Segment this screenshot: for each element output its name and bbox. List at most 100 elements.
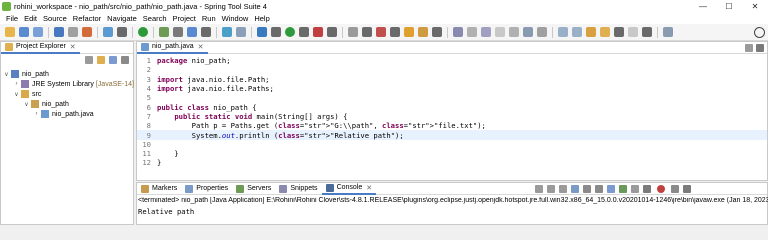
clear-console-icon[interactable] xyxy=(571,185,579,193)
expand-icon[interactable]: › xyxy=(33,111,40,117)
dropdown-icon[interactable] xyxy=(362,27,372,37)
external-tools-icon[interactable] xyxy=(313,27,323,37)
word-wrap-icon[interactable] xyxy=(595,185,603,193)
stop-icon[interactable] xyxy=(657,185,665,193)
show-console-icon[interactable] xyxy=(607,185,615,193)
console-view-icon[interactable] xyxy=(54,27,64,37)
minimize-view-icon[interactable] xyxy=(745,44,753,52)
menu-run[interactable]: Run xyxy=(199,14,219,23)
close-icon[interactable]: ✕ xyxy=(198,43,204,51)
last-edit-location-icon[interactable] xyxy=(586,27,596,37)
remove-launch-icon[interactable] xyxy=(547,185,555,193)
boot-dashboard-icon[interactable] xyxy=(68,27,78,37)
tree-item-nio-path-project[interactable]: ∨ nio_path xyxy=(3,69,49,79)
search-web-icon[interactable] xyxy=(236,27,246,37)
edit-icon[interactable] xyxy=(418,27,428,37)
code-editor[interactable]: 1 package nio_path; 2 3 import java.nio.… xyxy=(137,54,767,180)
dropdown-icon[interactable] xyxy=(299,27,309,37)
expand-icon[interactable]: ∨ xyxy=(13,91,20,98)
next-annotation-icon[interactable] xyxy=(558,27,568,37)
dropdown-icon[interactable] xyxy=(390,27,400,37)
line-number: 2 xyxy=(146,65,151,75)
display-selected-console-icon[interactable] xyxy=(619,185,627,193)
toggle-mark-occurrences-icon[interactable] xyxy=(467,27,477,37)
forward-icon[interactable] xyxy=(628,27,638,37)
search-icon[interactable] xyxy=(754,27,765,38)
collapse-all-icon[interactable] xyxy=(85,56,93,64)
toggle-word-wrap-icon[interactable] xyxy=(481,27,491,37)
tab-project-explorer[interactable]: Project Explorer ✕ xyxy=(1,41,80,54)
menu-search[interactable]: Search xyxy=(140,14,170,23)
annotation-icon[interactable] xyxy=(453,27,463,37)
skip-breakpoints-icon[interactable] xyxy=(103,27,113,37)
minimize-button[interactable]: — xyxy=(690,0,716,12)
pin-editor-icon[interactable] xyxy=(523,27,533,37)
tab-properties[interactable]: Properties xyxy=(181,183,232,195)
back-icon[interactable] xyxy=(600,27,610,37)
menu-edit[interactable]: Edit xyxy=(21,14,40,23)
expand-icon[interactable]: ∨ xyxy=(3,71,10,78)
dropdown-icon[interactable] xyxy=(432,27,442,37)
run-icon[interactable] xyxy=(285,27,295,37)
save-icon[interactable] xyxy=(19,27,29,37)
coverage-icon[interactable] xyxy=(348,27,358,37)
new-java-project-icon[interactable] xyxy=(376,27,386,37)
tab-servers[interactable]: Servers xyxy=(232,183,275,195)
tree-item-nio-path-java[interactable]: › nio_path.java xyxy=(33,109,94,119)
view-menu-icon[interactable] xyxy=(121,56,129,64)
close-icon[interactable]: ✕ xyxy=(70,43,76,51)
filter-icon[interactable] xyxy=(109,56,117,64)
code-text: System.out.println (class="str">"Relativ… xyxy=(157,130,404,140)
close-icon[interactable]: ✕ xyxy=(366,184,372,192)
menu-window[interactable]: Window xyxy=(219,14,252,23)
menu-file[interactable]: File xyxy=(3,14,21,23)
spring-starter-icon[interactable] xyxy=(82,27,92,37)
previous-annotation-icon[interactable] xyxy=(572,27,582,37)
new-icon[interactable] xyxy=(5,27,15,37)
toggle-breadcrumb-icon[interactable] xyxy=(537,27,547,37)
maximize-button[interactable]: ☐ xyxy=(716,0,742,12)
open-type-icon[interactable] xyxy=(187,27,197,37)
open-console-icon[interactable] xyxy=(643,185,651,193)
expand-icon[interactable]: ∨ xyxy=(23,101,30,108)
dropdown-icon[interactable] xyxy=(201,27,211,37)
start-server-icon[interactable] xyxy=(138,27,148,37)
link-with-editor-icon[interactable] xyxy=(97,56,105,64)
save-all-icon[interactable] xyxy=(33,27,43,37)
dropdown-icon[interactable] xyxy=(271,27,281,37)
pin-console-icon[interactable] xyxy=(631,185,639,193)
tab-snippets[interactable]: Snippets xyxy=(275,183,321,195)
tree-item-nio-path-package[interactable]: ∨ nio_path xyxy=(23,99,69,109)
dropdown-icon[interactable] xyxy=(173,27,183,37)
tab-console[interactable]: Console ✕ xyxy=(321,182,377,195)
close-button[interactable]: ✕ xyxy=(742,0,768,12)
menu-navigate[interactable]: Navigate xyxy=(104,14,140,23)
open-console-icon[interactable] xyxy=(663,27,673,37)
globe-icon[interactable] xyxy=(222,27,232,37)
block-selection-icon[interactable] xyxy=(509,27,519,37)
tree-item-jre-system-library[interactable]: › JRE System Library [JavaSE-14] xyxy=(13,79,134,89)
menu-source[interactable]: Source xyxy=(40,14,70,23)
minimize-view-icon[interactable] xyxy=(671,185,679,193)
terminate-icon[interactable] xyxy=(535,185,543,193)
tree-item-src[interactable]: ∨ src xyxy=(13,89,41,99)
remove-all-icon[interactable] xyxy=(559,185,567,193)
tree-item-label: nio_path.java xyxy=(52,110,94,118)
maximize-view-icon[interactable] xyxy=(683,185,691,193)
debug-icon[interactable] xyxy=(257,27,267,37)
step-icon[interactable] xyxy=(117,27,127,37)
dropdown-icon[interactable] xyxy=(642,27,652,37)
scroll-lock-icon[interactable] xyxy=(583,185,591,193)
maximize-view-icon[interactable] xyxy=(756,44,764,52)
menu-help[interactable]: Help xyxy=(251,14,272,23)
menu-refactor[interactable]: Refactor xyxy=(70,14,104,23)
show-whitespace-icon[interactable] xyxy=(495,27,505,37)
expand-icon[interactable]: › xyxy=(13,81,20,87)
tab-nio-path-java[interactable]: nio_path.java ✕ xyxy=(137,41,208,54)
dropdown-icon[interactable] xyxy=(327,27,337,37)
tab-markers[interactable]: Markers xyxy=(137,183,181,195)
menu-project[interactable]: Project xyxy=(170,14,199,23)
dropdown-icon[interactable] xyxy=(614,27,624,37)
open-task-icon[interactable] xyxy=(404,27,414,37)
server-tools-icon[interactable] xyxy=(159,27,169,37)
